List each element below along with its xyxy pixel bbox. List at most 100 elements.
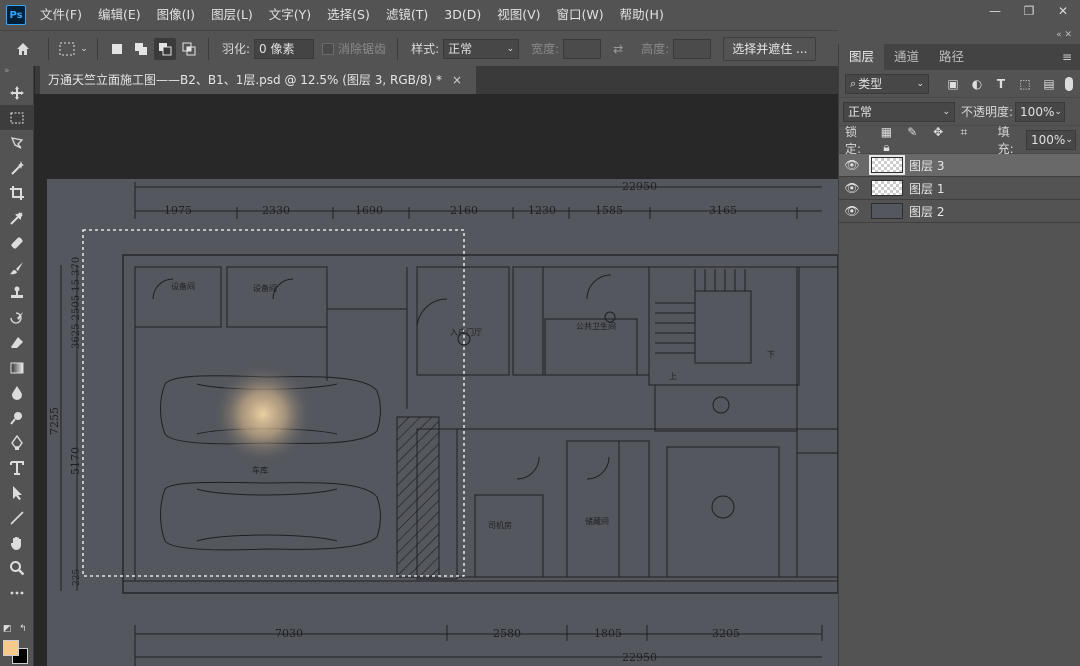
move-tool-icon[interactable] bbox=[0, 80, 34, 105]
tab-paths[interactable]: 路径 bbox=[929, 44, 974, 70]
swap-arrows-icon[interactable]: ⇄ bbox=[607, 38, 629, 60]
menu-3d[interactable]: 3D(D) bbox=[436, 0, 489, 30]
eyedropper-tool-icon[interactable] bbox=[0, 205, 34, 230]
menu-file[interactable]: 文件(F) bbox=[32, 0, 90, 30]
default-colors-icon[interactable]: ◩ bbox=[3, 624, 12, 634]
rect-marquee-preset-icon[interactable] bbox=[56, 38, 78, 60]
layer-thumbnail bbox=[871, 203, 903, 219]
intersect-selection-icon[interactable] bbox=[178, 38, 200, 60]
eraser-tool-icon[interactable] bbox=[0, 330, 34, 355]
feather-input[interactable]: 0 像素 bbox=[254, 38, 315, 59]
subtract-from-selection-icon[interactable] bbox=[154, 37, 176, 60]
layer-thumbnail bbox=[869, 155, 905, 175]
panel-dock-header[interactable]: « ✕ bbox=[838, 30, 1080, 44]
opacity-input[interactable]: 100% ⌄ bbox=[1015, 101, 1066, 122]
lock-image-brush-icon[interactable]: ✎ bbox=[901, 125, 923, 139]
select-and-mask-button[interactable]: 选择并遮住 ... bbox=[723, 36, 817, 61]
history-brush-tool-icon[interactable] bbox=[0, 305, 34, 330]
layer-name: 图层 1 bbox=[909, 181, 945, 196]
room-label: 入户门厅 bbox=[450, 327, 482, 337]
chevron-down-icon[interactable]: ⌄ bbox=[78, 38, 90, 60]
layer-row[interactable]: 👁︎ 图层 1 bbox=[839, 177, 1080, 200]
bottom-dimension: 2580 bbox=[493, 627, 521, 640]
panel-menu-icon[interactable]: ≡ bbox=[1062, 50, 1080, 64]
adjustment-layer-filter-icon[interactable]: ◐ bbox=[965, 77, 989, 91]
type-tool-icon[interactable] bbox=[0, 455, 34, 480]
clone-stamp-tool-icon[interactable] bbox=[0, 280, 34, 305]
document-canvas[interactable]: 22950 1975 2330 1690 2160 1230 1585 3165… bbox=[47, 179, 838, 666]
restore-button[interactable]: ❐ bbox=[1012, 0, 1046, 22]
lasso-tool-icon[interactable] bbox=[0, 130, 34, 155]
minimize-button[interactable]: — bbox=[978, 0, 1012, 22]
canvas-area[interactable]: 22950 1975 2330 1690 2160 1230 1585 3165… bbox=[35, 94, 838, 666]
eye-icon[interactable]: 👁︎ bbox=[839, 158, 865, 172]
eye-icon[interactable]: 👁︎ bbox=[839, 204, 865, 218]
top-total-dimension: 22950 bbox=[622, 180, 657, 193]
hand-tool-icon[interactable] bbox=[0, 530, 34, 555]
room-label: 储藏间 bbox=[585, 516, 609, 526]
filter-kind-select[interactable]: ⌕ 类型 ⌄ bbox=[845, 73, 929, 94]
more-tools-icon[interactable] bbox=[0, 580, 34, 605]
top-dimension: 1975 bbox=[164, 204, 192, 217]
blend-mode-select[interactable]: 正常 ⌄ bbox=[843, 101, 955, 122]
dodge-tool-icon[interactable] bbox=[0, 405, 34, 430]
panel-tabs: 图层 通道 路径 ≡ bbox=[839, 44, 1080, 70]
lock-transparent-icon[interactable]: ▦ bbox=[875, 125, 897, 139]
layer-row[interactable]: 👁︎ 图层 2 bbox=[839, 200, 1080, 223]
pixel-layer-filter-icon[interactable]: ▣ bbox=[941, 77, 965, 91]
home-icon[interactable] bbox=[12, 38, 34, 60]
layer-row[interactable]: 👁︎ 图层 3 bbox=[839, 154, 1080, 177]
magic-wand-tool-icon[interactable] bbox=[0, 155, 34, 180]
menu-layer[interactable]: 图层(L) bbox=[203, 0, 261, 30]
height-input[interactable] bbox=[673, 38, 712, 59]
path-selection-tool-icon[interactable] bbox=[0, 480, 34, 505]
menu-type[interactable]: 文字(Y) bbox=[261, 0, 319, 30]
blur-tool-icon[interactable] bbox=[0, 380, 34, 405]
tab-channels[interactable]: 通道 bbox=[884, 44, 929, 70]
menu-view[interactable]: 视图(V) bbox=[489, 0, 548, 30]
menu-edit[interactable]: 编辑(E) bbox=[90, 0, 149, 30]
fill-input[interactable]: 100% ⌄ bbox=[1026, 129, 1076, 150]
shape-layer-filter-icon[interactable]: ⬚ bbox=[1013, 77, 1037, 91]
room-label: 设备间 bbox=[253, 283, 277, 293]
filter-toggle[interactable] bbox=[1065, 76, 1073, 91]
foreground-color-swatch[interactable] bbox=[3, 640, 19, 656]
close-window-button[interactable]: ✕ bbox=[1046, 0, 1080, 22]
close-icon[interactable]: × bbox=[452, 66, 462, 94]
gradient-tool-icon[interactable] bbox=[0, 355, 34, 380]
width-input[interactable] bbox=[563, 38, 602, 59]
bottom-dimension: 1805 bbox=[594, 627, 622, 640]
document-tab[interactable]: 万通天竺立面施工图——B2、B1、1层.psd @ 12.5% (图层 3, R… bbox=[40, 66, 476, 94]
separator bbox=[48, 37, 49, 60]
new-selection-icon[interactable] bbox=[106, 38, 128, 60]
menu-image[interactable]: 图像(I) bbox=[149, 0, 203, 30]
lock-artboard-icon[interactable]: ⌗ bbox=[953, 125, 975, 140]
blend-mode-value: 正常 bbox=[848, 104, 873, 119]
line-tool-icon[interactable] bbox=[0, 505, 34, 530]
chevron-down-icon: ⌄ bbox=[942, 106, 950, 117]
lock-position-icon[interactable]: ✥ bbox=[927, 125, 949, 139]
menu-window[interactable]: 窗口(W) bbox=[549, 0, 612, 30]
smart-object-filter-icon[interactable]: ▤ bbox=[1037, 77, 1061, 91]
crop-tool-icon[interactable] bbox=[0, 180, 34, 205]
menu-filter[interactable]: 滤镜(T) bbox=[378, 0, 436, 30]
zoom-tool-icon[interactable] bbox=[0, 555, 34, 580]
top-dimension: 1230 bbox=[528, 204, 556, 217]
type-layer-filter-icon[interactable]: T bbox=[989, 77, 1013, 91]
collapse-chevrons-icon[interactable]: » bbox=[0, 66, 33, 80]
swap-colors-icon[interactable]: ↰ bbox=[19, 624, 27, 634]
rect-marquee-tool-icon[interactable] bbox=[0, 105, 34, 130]
add-to-selection-icon[interactable] bbox=[130, 38, 152, 60]
style-select[interactable]: 正常 ⌄ bbox=[443, 38, 520, 59]
pen-tool-icon[interactable] bbox=[0, 430, 34, 455]
menu-select[interactable]: 选择(S) bbox=[319, 0, 378, 30]
layer-name: 图层 3 bbox=[909, 158, 945, 173]
antialias-checkbox[interactable] bbox=[322, 42, 335, 55]
fill-label: 填充: bbox=[997, 124, 1014, 156]
healing-brush-tool-icon[interactable] bbox=[0, 230, 34, 255]
eye-icon[interactable]: 👁︎ bbox=[839, 181, 865, 195]
menu-help[interactable]: 帮助(H) bbox=[612, 0, 672, 30]
tab-layers[interactable]: 图层 bbox=[839, 44, 885, 70]
lock-all-icon[interactable]: 🔒︎ bbox=[875, 140, 897, 155]
brush-tool-icon[interactable] bbox=[0, 255, 34, 280]
